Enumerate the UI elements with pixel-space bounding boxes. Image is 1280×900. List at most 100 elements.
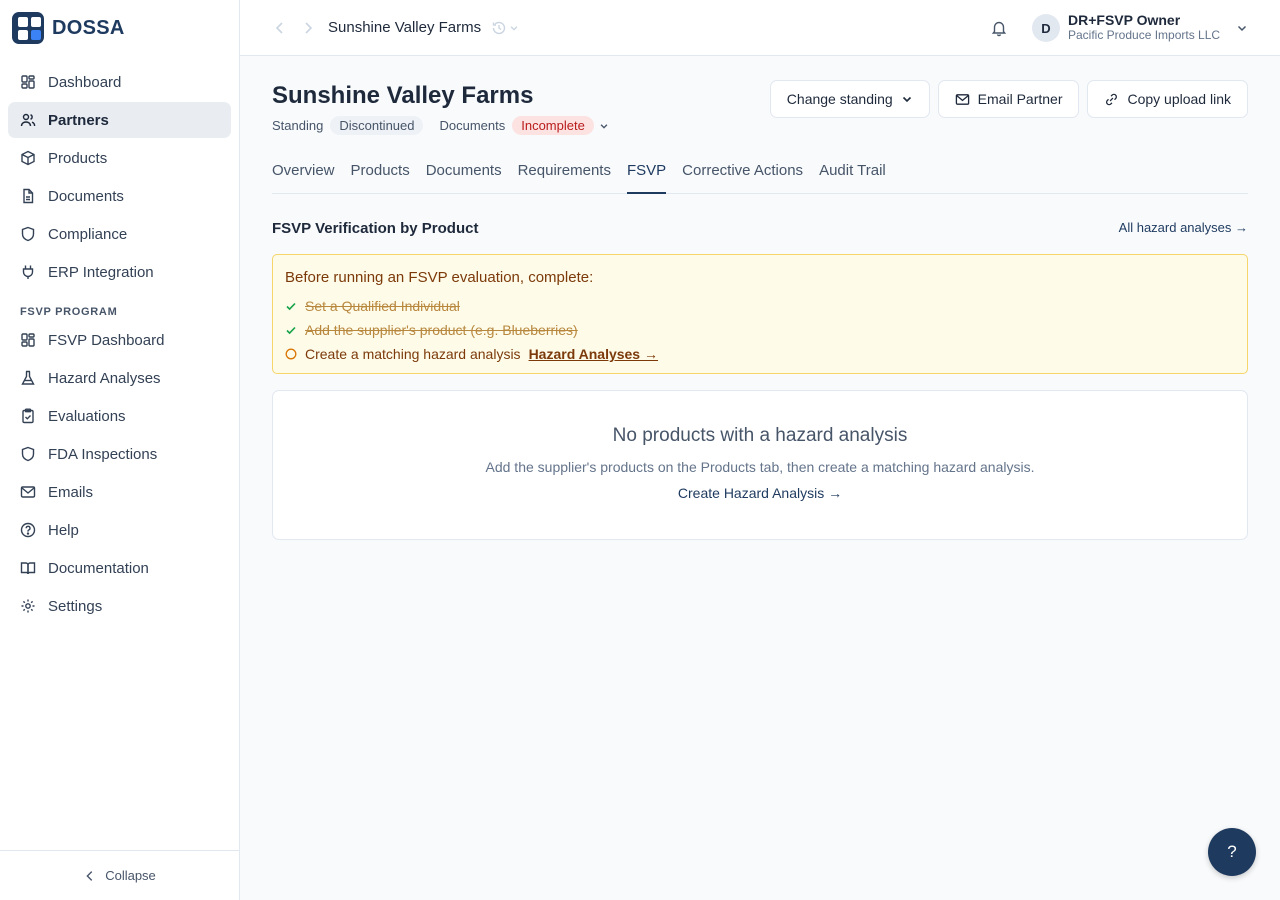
sidebar-item-label: Products: [48, 149, 108, 167]
chevron-down-icon[interactable]: [599, 121, 609, 131]
logo-icon: [12, 12, 44, 44]
main-nav: Dashboard Partners Products Documents Co…: [0, 56, 239, 624]
chevron-down-icon[interactable]: [1236, 22, 1248, 34]
clipboard-icon: [22, 408, 34, 424]
checklist-item-text: Create a matching hazard analysis: [305, 346, 521, 362]
empty-state-title: No products with a hazard analysis: [612, 425, 908, 446]
flask-icon: [21, 370, 35, 385]
page-title: Sunshine Valley Farms: [272, 82, 534, 109]
sidebar-item-fsvp-dashboard[interactable]: FSVP Dashboard: [8, 322, 231, 358]
sidebar-item-settings[interactable]: Settings: [8, 588, 231, 624]
collapse-button[interactable]: Collapse: [0, 850, 239, 900]
mail-icon: [955, 93, 969, 105]
sidebar-item-label: Hazard Analyses: [48, 369, 161, 387]
change-standing-button[interactable]: Change standing: [769, 80, 930, 118]
link-icon: [1106, 93, 1118, 105]
plug-icon: [22, 265, 34, 279]
forward-arrow-icon[interactable]: [300, 20, 316, 36]
tab-audit-trail[interactable]: Audit Trail: [819, 152, 886, 194]
sidebar-item-label: Dashboard: [48, 73, 122, 91]
empty-state: No products with a hazard analysis Add t…: [272, 390, 1248, 540]
sidebar-item-label: Settings: [48, 597, 103, 615]
logo[interactable]: DOSSA: [0, 0, 239, 56]
sidebar-item-label: FDA Inspections: [48, 445, 158, 463]
change-standing-label: Change standing: [786, 91, 893, 107]
top-bar: Sunshine Valley Farms D DR+FSVP Owner Pa…: [240, 0, 1280, 56]
prerequisites-notice: Before running an FSVP evaluation, compl…: [272, 254, 1248, 374]
chevron-down-icon: [902, 96, 911, 103]
sidebar-item-help[interactable]: Help: [8, 512, 231, 548]
partner-tabs: Overview Products Documents Requirements…: [272, 152, 1248, 194]
sidebar-item-fda-inspections[interactable]: FDA Inspections: [8, 436, 231, 472]
document-icon: [23, 188, 34, 204]
shield-icon: [21, 226, 35, 242]
package-icon: [21, 150, 35, 166]
notice-title: Before running an FSVP evaluation, compl…: [285, 269, 594, 286]
copy-upload-link-label: Copy upload link: [1127, 91, 1231, 107]
user-name: DR+FSVP Owner: [1068, 12, 1181, 28]
sidebar-item-documentation[interactable]: Documentation: [8, 550, 231, 586]
sidebar-item-emails[interactable]: Emails: [8, 474, 231, 510]
user-org: Pacific Produce Imports LLC: [1068, 28, 1221, 42]
sidebar-item-label: Help: [48, 521, 79, 539]
create-hazard-analysis-link[interactable]: Create Hazard Analysis →: [678, 485, 842, 501]
tab-documents[interactable]: Documents: [426, 152, 502, 194]
sidebar-item-label: Documents: [48, 187, 124, 205]
tab-overview[interactable]: Overview: [272, 152, 335, 194]
help-circle-icon: [20, 522, 36, 538]
sidebar-item-label: Emails: [48, 483, 94, 501]
partner-meta: Standing Discontinued Documents Incomple…: [272, 116, 609, 135]
sidebar-item-label: FSVP Dashboard: [48, 331, 165, 349]
tab-requirements[interactable]: Requirements: [518, 152, 611, 194]
sidebar-item-label: Documentation: [48, 559, 149, 577]
standing-badge: Discontinued: [330, 116, 424, 135]
app-name: DOSSA: [52, 16, 125, 39]
documents-status-badge[interactable]: Incomplete: [512, 116, 594, 135]
back-arrow-icon[interactable]: [272, 20, 288, 36]
dashboard-icon: [21, 333, 35, 347]
sidebar-item-hazard-analyses[interactable]: Hazard Analyses: [8, 360, 231, 396]
bell-icon[interactable]: [990, 19, 1008, 37]
book-icon: [20, 562, 36, 575]
all-hazard-analyses-link[interactable]: All hazard analyses →: [1119, 220, 1248, 235]
help-button[interactable]: ?: [1208, 828, 1256, 876]
avatar[interactable]: D: [1032, 14, 1060, 42]
section-title: FSVP Verification by Product: [272, 220, 479, 237]
checklist-item: Set a Qualified Individual: [285, 294, 1235, 318]
sidebar: DOSSA Dashboard Partners Products Docume…: [0, 0, 240, 900]
sidebar-item-erp-integration[interactable]: ERP Integration: [8, 254, 231, 290]
sidebar-item-evaluations[interactable]: Evaluations: [8, 398, 231, 434]
sidebar-item-label: Evaluations: [48, 407, 126, 425]
sidebar-item-label: Compliance: [48, 225, 128, 243]
standing-label: Standing: [272, 118, 324, 133]
gear-icon: [21, 599, 35, 613]
sidebar-item-dashboard[interactable]: Dashboard: [8, 64, 231, 100]
users-icon: [20, 113, 36, 127]
checklist-item: Add the supplier's product (e.g. Blueber…: [285, 318, 1235, 342]
empty-state-description: Add the supplier's products on the Produ…: [485, 459, 1035, 475]
sidebar-item-compliance[interactable]: Compliance: [8, 216, 231, 252]
check-icon: [286, 302, 296, 311]
circle-icon: [285, 348, 297, 360]
breadcrumb[interactable]: Sunshine Valley Farms: [328, 19, 481, 36]
sidebar-item-label: Partners: [48, 111, 109, 129]
chevron-down-icon[interactable]: [509, 23, 519, 33]
checklist-item-text: Add the supplier's product (e.g. Blueber…: [305, 322, 578, 338]
checklist-item: Create a matching hazard analysis Hazard…: [285, 342, 1235, 366]
check-icon: [286, 326, 296, 335]
hazard-analyses-link[interactable]: Hazard Analyses →: [529, 346, 658, 362]
email-partner-button[interactable]: Email Partner: [937, 80, 1080, 118]
tab-fsvp[interactable]: FSVP: [626, 152, 667, 194]
sidebar-item-label: ERP Integration: [48, 263, 154, 281]
user-menu[interactable]: DR+FSVP Owner Pacific Produce Imports LL…: [1068, 12, 1220, 42]
tab-corrective-actions[interactable]: Corrective Actions: [682, 152, 803, 194]
sidebar-item-partners[interactable]: Partners: [8, 102, 231, 138]
copy-upload-link-button[interactable]: Copy upload link: [1087, 80, 1248, 118]
history-icon[interactable]: [491, 20, 507, 36]
documents-label: Documents: [439, 118, 506, 133]
chevron-left-icon: [86, 870, 93, 881]
page-actions: Change standing Email Partner Copy uploa…: [769, 80, 1248, 118]
sidebar-item-documents[interactable]: Documents: [8, 178, 231, 214]
tab-products[interactable]: Products: [351, 152, 410, 194]
sidebar-item-products[interactable]: Products: [8, 140, 231, 176]
